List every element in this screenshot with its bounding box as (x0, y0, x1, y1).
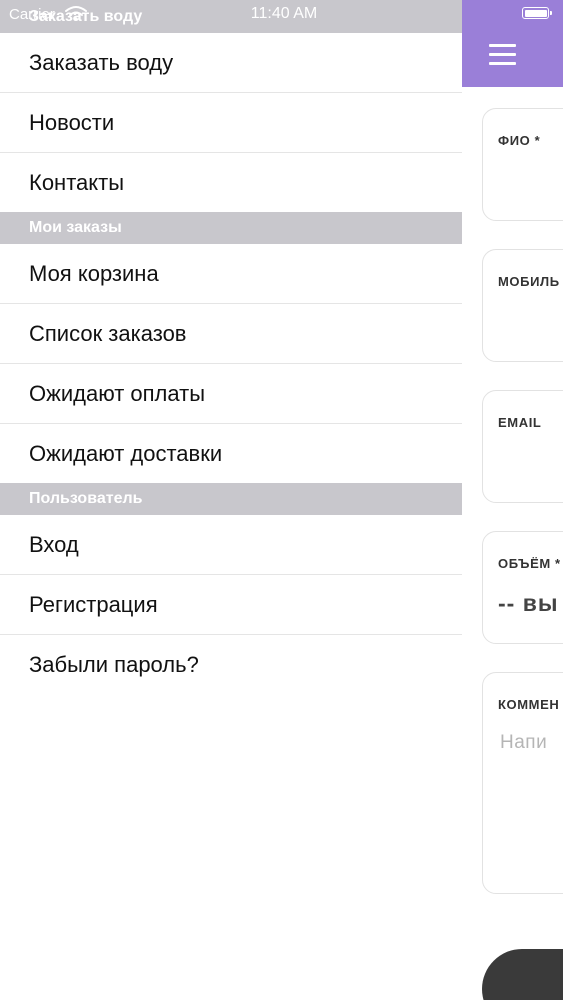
volume-select[interactable]: ОБЪЁМ * -- вы (482, 531, 563, 644)
menu-item-order-water[interactable]: Заказать воду (0, 33, 462, 93)
field-label: КОММЕН (498, 697, 560, 712)
status-bar: Carrier 11:40 AM Заказать воду (0, 0, 462, 33)
menu-item-cart[interactable]: Моя корзина (0, 244, 462, 304)
menu-item-order-list[interactable]: Список заказов (0, 304, 462, 364)
submit-button[interactable] (482, 949, 563, 1000)
section-header-my-orders: Мои заказы (0, 212, 462, 244)
email-field[interactable]: EMAIL (482, 390, 563, 503)
screen: ФИО * МОБИЛЬ EMAIL ОБЪЁМ * -- вы КОММЕН … (0, 0, 563, 1000)
menu-item-news[interactable]: Новости (0, 93, 462, 153)
volume-select-value: -- вы (498, 590, 559, 616)
mobile-field[interactable]: МОБИЛЬ (482, 249, 563, 362)
hamburger-icon[interactable] (489, 44, 516, 66)
comment-field[interactable]: КОММЕН Напи (482, 672, 563, 894)
field-label: МОБИЛЬ (498, 274, 560, 289)
menu-item-contacts[interactable]: Контакты (0, 153, 462, 212)
screen-title: Заказать воду (29, 8, 143, 25)
menu-item-forgot-password[interactable]: Забыли пароль? (0, 635, 462, 694)
menu-item-register[interactable]: Регистрация (0, 575, 462, 635)
menu-item-awaiting-payment[interactable]: Ожидают оплаты (0, 364, 462, 424)
menu-item-awaiting-delivery[interactable]: Ожидают доставки (0, 424, 462, 483)
field-label: ОБЪЁМ * (498, 556, 561, 571)
field-label: EMAIL (498, 415, 542, 430)
comment-placeholder: Напи (500, 732, 548, 753)
side-drawer: Carrier 11:40 AM Заказать воду Заказать … (0, 0, 462, 1000)
field-label: ФИО * (498, 133, 541, 148)
drawer-menu: Заказать воду Новости Контакты Мои заказ… (0, 33, 462, 694)
menu-item-login[interactable]: Вход (0, 515, 462, 575)
section-header-user: Пользователь (0, 483, 462, 515)
full-name-field[interactable]: ФИО * (482, 108, 563, 221)
main-content-panel: ФИО * МОБИЛЬ EMAIL ОБЪЁМ * -- вы КОММЕН … (462, 0, 563, 1000)
